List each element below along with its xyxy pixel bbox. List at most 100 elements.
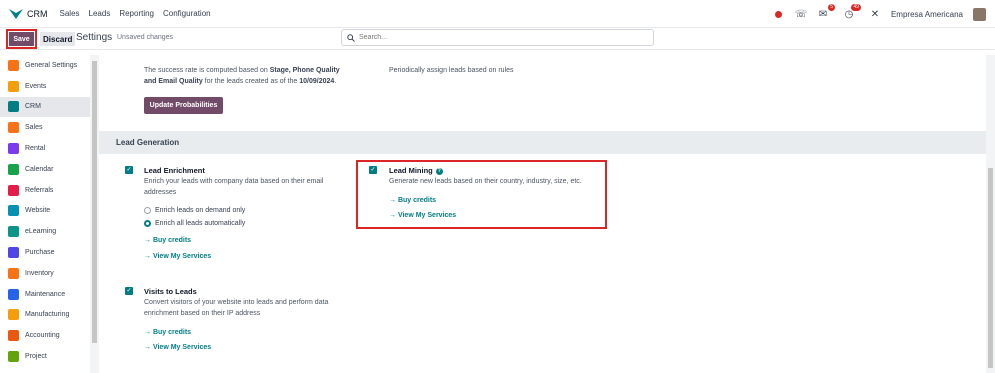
menu-reporting[interactable]: Reporting [119,9,154,18]
sidebar-item-purchase[interactable]: Purchase [0,242,90,263]
sidebar-item-label: Sales [25,124,43,132]
sales-app-icon [8,122,19,134]
sidebar-item-label: Accounting [25,332,60,340]
messages-icon[interactable]: ✉ 5 [817,4,835,20]
main-scroll-thumb[interactable] [988,168,993,368]
search-bar[interactable] [341,29,654,46]
search-input[interactable] [359,34,639,41]
sidebar-item-label: Referrals [25,186,54,194]
visits-to-leads-title: Visits to Leads [144,287,197,296]
sidebar-item-inventory[interactable]: Inventory [0,263,90,284]
visits-buy-credits-link[interactable]: → Buy credits [144,329,191,336]
lead-mining-title: Lead Mining? [389,166,443,175]
company-switcher[interactable]: Empresa Americana [891,10,963,19]
radio-enrich-automatically-label: Enrich all leads automatically [155,220,246,227]
phone-icon[interactable]: ☏ [795,8,808,20]
sidebar-item-label: General Settings [25,61,78,69]
main-scrollbar[interactable] [986,55,995,373]
activities-icon[interactable]: ◷ 49 [843,4,861,20]
visits-view-services-link[interactable]: → View My Services [144,344,211,351]
unsaved-status: Unsaved changes [117,34,174,41]
lead-enrichment-checkbox[interactable]: ✓ [125,166,133,174]
settings-content: The success rate is computed based on St… [99,55,986,373]
sidebar-item-calendar[interactable]: Calendar [0,159,90,180]
sidebar-item-website[interactable]: Website [0,201,90,222]
menu-configuration[interactable]: Configuration [163,9,211,18]
lead-mining-description: Generate new leads based on their countr… [389,178,582,185]
sidebar-item-events[interactable]: Events [0,76,90,97]
rental-app-icon [8,143,19,155]
help-icon[interactable]: ? [435,167,443,175]
elearning-app-icon [8,226,19,238]
radio-enrich-automatically[interactable] [144,220,151,227]
sidebar-item-label: Purchase [25,249,55,257]
section-lead-generation: Lead Generation [99,131,986,154]
sidebar-item-label: Events [25,82,47,90]
sidebar-item-label: Maintenance [25,290,66,298]
purchase-app-icon [8,247,19,259]
sidebar-item-label: Inventory [25,269,54,277]
radio-enrich-on-demand[interactable] [144,207,151,214]
maintenance-app-icon [8,288,19,300]
settings-sidebar: General Settings Events CRM Sales Rental Cale… [0,55,90,373]
radio-enrich-on-demand-label: Enrich leads on demand only [155,207,246,214]
sidebar-item-label: Rental [25,145,46,153]
sidebar-item-referrals[interactable]: Referrals [0,180,90,201]
messages-badge: 5 [828,4,835,11]
status-dot-icon[interactable] [773,8,785,20]
predictive-description: The success rate is computed based on St… [144,67,340,85]
lead-enrichment-description: Enrich your leads with company data base… [144,178,324,196]
save-button[interactable]: Save [9,32,34,46]
app-brand[interactable]: CRM [9,8,48,19]
sidebar-scrollbar[interactable] [90,55,99,373]
sidebar-item-sales[interactable]: Sales [0,117,90,138]
sidebar-item-elearning[interactable]: eLearning [0,221,90,242]
sidebar-item-crm[interactable]: CRM [0,96,90,118]
sidebar-item-maintenance[interactable]: Maintenance [0,284,90,305]
sidebar-item-project[interactable]: Project [0,346,90,367]
lead-mining-checkbox[interactable]: ✓ [369,166,377,174]
menu-sales[interactable]: Sales [60,9,80,18]
manufacturing-app-icon [8,309,19,321]
crm-logo-icon [9,8,23,19]
page-title: Settings [76,32,113,43]
project-app-icon [8,351,19,363]
search-icon [347,33,355,42]
sidebar-item-label: Calendar [25,165,54,173]
sidebar-item-manufacturing[interactable]: Manufacturing [0,305,90,326]
sidebar-item-rental[interactable]: Rental [0,138,90,159]
control-panel: Save Discard Settings Unsaved changes [0,28,995,50]
tools-icon[interactable]: ✕ [869,8,881,20]
top-navbar: CRM Sales Leads Reporting Configuration … [0,0,995,28]
app-name: CRM [27,8,48,19]
user-avatar[interactable] [973,7,986,21]
sidebar-scroll-thumb[interactable] [92,61,97,343]
calendar-app-icon [8,163,19,175]
sidebar-item-label: Project [25,353,47,361]
events-app-icon [8,80,19,92]
discard-button[interactable]: Discard [40,32,76,46]
visits-to-leads-checkbox[interactable]: ✓ [125,287,133,295]
inventory-app-icon [8,267,19,279]
activities-badge: 49 [851,4,861,11]
sidebar-item-general-settings[interactable]: General Settings [0,55,90,76]
mining-view-services-link[interactable]: → View My Services [389,212,456,219]
crm-app-icon [8,101,19,113]
lead-enrichment-title: Lead Enrichment [144,166,205,175]
general-settings-app-icon [8,59,19,71]
sidebar-item-accounting[interactable]: Accounting [0,325,90,346]
accounting-app-icon [8,330,19,342]
sidebar-item-label: Manufacturing [25,311,70,319]
referrals-app-icon [8,184,19,196]
mining-buy-credits-link[interactable]: → Buy credits [389,197,436,204]
sidebar-item-label: Website [25,207,51,215]
enrichment-buy-credits-link[interactable]: → Buy credits [144,237,191,244]
sidebar-item-label: eLearning [25,228,57,236]
assign-leads-description: Periodically assign leads based on rules [389,67,514,74]
menu-leads[interactable]: Leads [89,9,111,18]
enrichment-view-services-link[interactable]: → View My Services [144,253,211,260]
save-highlight: Save [6,29,37,49]
visits-to-leads-description: Convert visitors of your website into le… [144,299,329,317]
update-probabilities-button[interactable]: Update Probabilities [144,97,223,114]
sidebar-item-label: CRM [25,103,41,111]
